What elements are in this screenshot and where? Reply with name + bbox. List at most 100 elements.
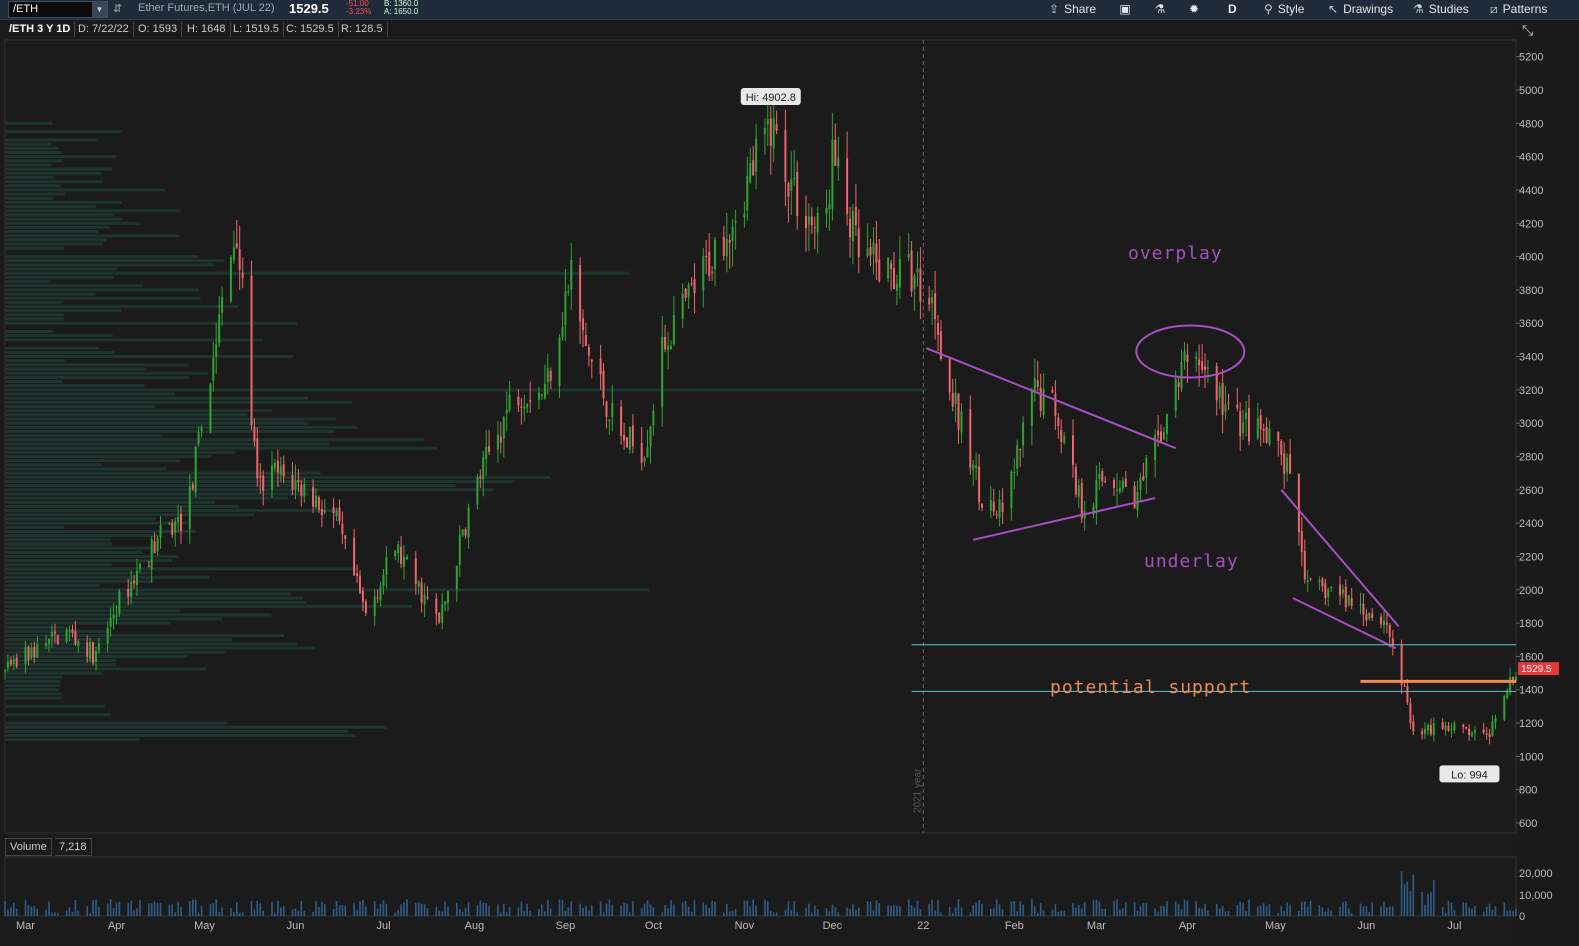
volume-bar [1403, 883, 1406, 916]
volume-bar [1075, 907, 1077, 916]
volume-bar [33, 905, 36, 916]
volume-bar [811, 912, 813, 916]
candle-body [893, 267, 895, 289]
candle-body [417, 581, 420, 587]
volume-bar [599, 901, 602, 916]
candle-body [1468, 728, 1471, 736]
price-tick-label: 600 [1519, 818, 1537, 830]
profile-bar [6, 688, 59, 692]
candle-body [48, 639, 50, 644]
volume-bar [1277, 913, 1280, 916]
volume-bar [887, 905, 889, 916]
candle-body [294, 480, 297, 490]
profile-bar [6, 309, 122, 313]
volume-bar [990, 908, 992, 916]
volume-bar [1078, 905, 1080, 916]
volume-bar [605, 903, 608, 916]
candle-body [1494, 718, 1497, 723]
price-chart[interactable]: 2021 year Hi: 4902.8 Lo: 994 overplay underl… [0, 0, 1579, 946]
volume-bar [702, 902, 705, 916]
profile-bar [6, 146, 58, 150]
candle-body [705, 256, 708, 258]
profile-bar [6, 209, 181, 213]
candle-body [1077, 485, 1080, 497]
volume-bar [1224, 911, 1227, 916]
volume-bar [620, 905, 622, 916]
candle-body [130, 581, 133, 598]
volume-bar [828, 911, 831, 916]
volume-bar [1412, 874, 1415, 916]
candle-body [1309, 578, 1312, 580]
volume-bar [529, 910, 531, 916]
volume-bar [1136, 910, 1139, 916]
candle-body [89, 642, 92, 659]
profile-bar [6, 184, 61, 188]
profile-bar [6, 721, 228, 725]
profile-bar [6, 563, 112, 567]
volume-bar [488, 906, 490, 916]
profile-bar [6, 217, 123, 221]
profile-bar [6, 434, 163, 438]
candle-body [934, 293, 937, 320]
volume-bar [1389, 906, 1391, 916]
profile-bar [6, 271, 630, 275]
volume-bar [297, 910, 300, 916]
volume-bar [335, 901, 338, 916]
candle-body [279, 466, 282, 475]
candle-body [1113, 479, 1115, 488]
volume-bar [825, 908, 828, 916]
volume-bar [1092, 900, 1095, 916]
label-text: Hi: 4902.8 [746, 92, 796, 104]
volume-bar [1174, 901, 1177, 916]
candle-body [664, 336, 667, 350]
volume-tick-label: 10,000 [1519, 890, 1553, 902]
candle-body [508, 394, 511, 411]
candle-body [1227, 402, 1230, 404]
low-price-label: Lo: 994 [1439, 765, 1500, 783]
candle-body [12, 659, 15, 664]
profile-bar [6, 292, 96, 296]
volume-bar [1304, 901, 1306, 916]
volume-bar [764, 899, 766, 916]
candle-body [1177, 382, 1180, 387]
profile-bar [6, 355, 293, 358]
volume-bar [54, 912, 56, 916]
candle-body [1465, 727, 1468, 729]
profile-bar [6, 455, 212, 458]
candle-body [502, 416, 505, 439]
profile-bar [6, 430, 335, 433]
profile-bar [6, 679, 60, 683]
candle-body [1154, 434, 1157, 460]
profile-bar [6, 604, 413, 608]
candle-body [338, 507, 341, 522]
volume-bar [1242, 902, 1244, 916]
volume-bar [743, 900, 746, 916]
profile-bar [6, 738, 140, 742]
volume-bar [972, 904, 974, 916]
candle-body [276, 460, 279, 473]
candle-body [793, 177, 796, 180]
candle-body [341, 523, 344, 535]
candle-body [937, 323, 939, 335]
volume-bar [878, 903, 881, 916]
volume-bar [558, 899, 561, 916]
volume-bar [866, 901, 869, 916]
volume-bar [1019, 901, 1021, 916]
volume-bar [1268, 904, 1271, 916]
profile-bar [6, 255, 199, 259]
price-tick-label: 4800 [1519, 118, 1543, 130]
profile-bar [6, 704, 105, 708]
candle-body [769, 118, 772, 146]
volume-bar [831, 904, 834, 916]
price-tick-label: 2400 [1519, 518, 1543, 530]
profile-bar [6, 684, 61, 688]
volume-bar [1236, 905, 1239, 916]
volume-bar [896, 905, 898, 916]
candle-body [960, 411, 963, 433]
volume-bar [1468, 907, 1470, 916]
volume-bar [482, 902, 484, 916]
candle-body [1371, 613, 1374, 618]
volume-bar [456, 902, 458, 916]
volume-bar [500, 912, 502, 916]
volume-bar [1427, 894, 1429, 916]
